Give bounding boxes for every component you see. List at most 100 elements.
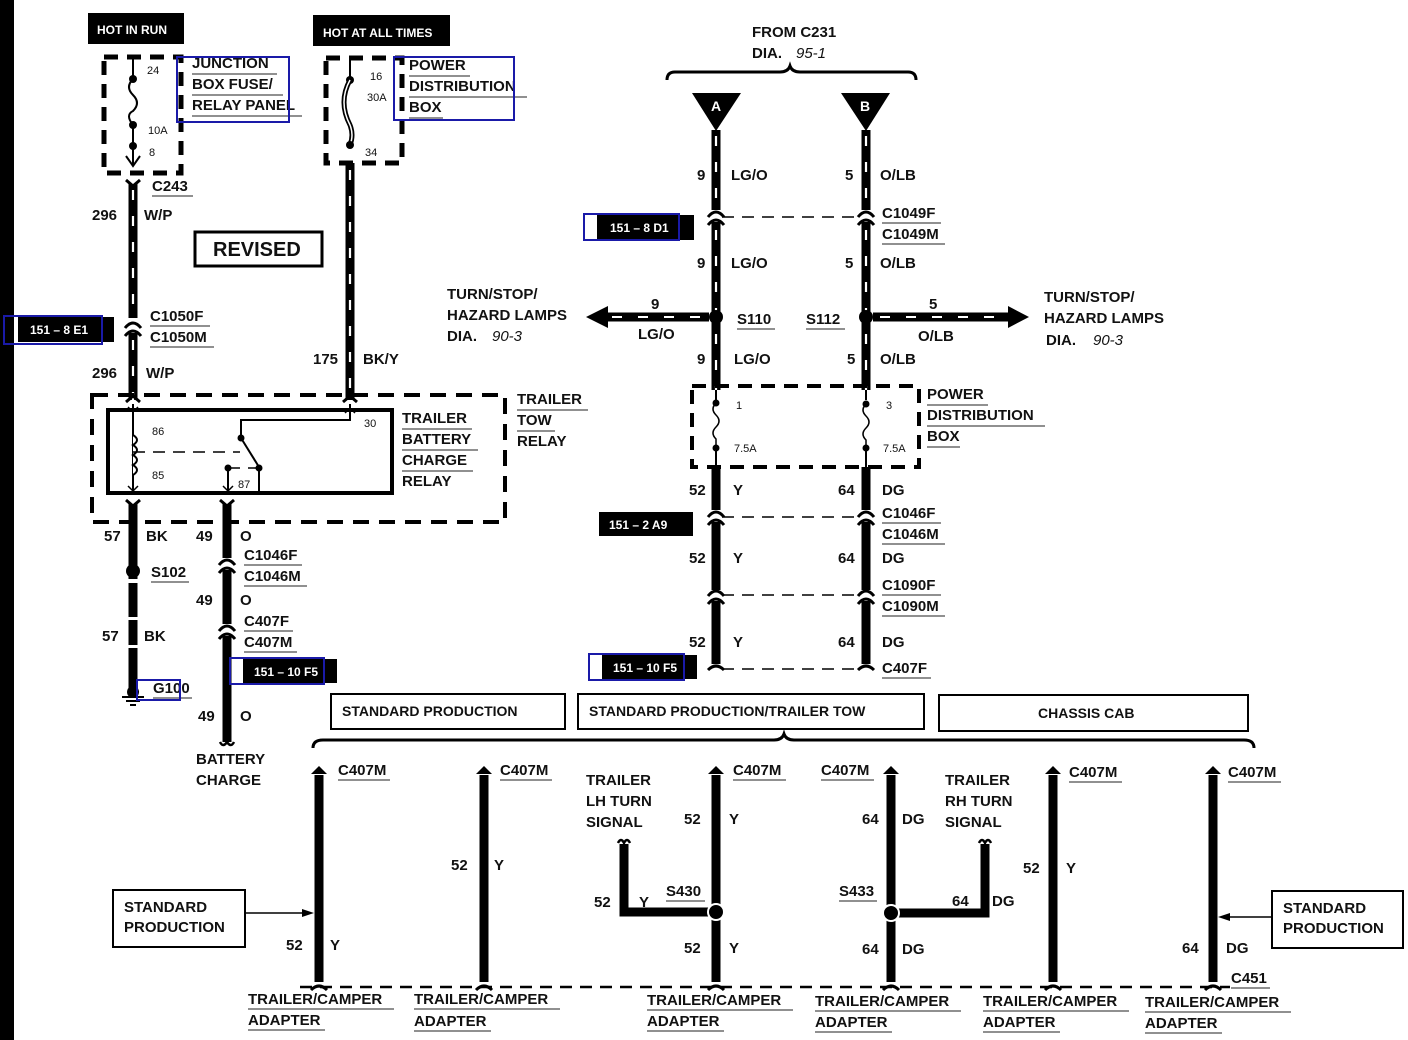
connector-b-label: B	[860, 98, 870, 114]
junction-box-fuse: 24 10A 8 JUNCTION BOX FUSE/ RELAY PANEL	[101, 54, 302, 176]
wire-number: 52	[684, 811, 701, 828]
connector-c407f: C407F	[882, 660, 927, 677]
pdb-top-label-1: POWER	[409, 57, 466, 74]
page-ref-a9-text: 151 – 2 A9	[609, 518, 668, 532]
connector-c243: C243	[152, 178, 188, 195]
pdb-mid-label-2: DISTRIBUTION	[927, 407, 1034, 424]
page-ref-e1[interactable]: 151 – 8 E1	[3, 315, 114, 345]
connector-c1049m: C1049M	[882, 226, 939, 243]
circuit-52-y-upper	[706, 467, 726, 672]
turn-stop-left-dia-number: 90-3	[492, 328, 523, 345]
wire-number: 64	[952, 893, 969, 910]
from-c231-text: FROM C231	[752, 24, 836, 41]
variant-chassis-cab: CHASSIS CAB	[938, 694, 1249, 732]
wiring-diagram: HOT IN RUN HOT AT ALL TIMES 24 10A 8 JUN…	[3, 13, 1404, 1034]
wire-color: Y	[733, 550, 743, 567]
page-ref-f5-right[interactable]: 151 – 10 F5	[588, 653, 697, 681]
turn-stop-left-label-1: TURN/STOP/	[447, 286, 538, 303]
pdb-top-label-3: BOX	[409, 99, 442, 116]
connector-c1050m: C1050M	[150, 329, 207, 346]
circuit-175-bky: 175 BK/Y	[313, 163, 399, 400]
page-ref-d1[interactable]: 151 – 8 D1	[583, 213, 694, 241]
rh-signal-label-3: SIGNAL	[945, 814, 1002, 831]
page-ref-a9[interactable]: 151 – 2 A9	[599, 512, 693, 536]
branch-right-turn-stop: 5 O/LB TURN/STOP/ HAZARD LAMPS DIA. 90-3	[873, 289, 1164, 349]
rh-signal-label-2: RH TURN	[945, 793, 1013, 810]
wire-number: 5	[929, 296, 937, 313]
wire-color: Y	[330, 937, 340, 954]
wire-number: 64	[1182, 940, 1199, 957]
rh-signal-label-1: TRAILER	[945, 772, 1010, 789]
hot-in-run-label: HOT IN RUN	[88, 13, 184, 44]
std-prod-right-label-1: STANDARD	[1283, 900, 1366, 917]
adapter-label-1: TRAILER/CAMPER	[815, 993, 949, 1010]
wire-color: O	[240, 708, 252, 725]
wire-color: DG	[882, 550, 905, 567]
splice-s430: S430	[666, 883, 701, 900]
connector-c1050f: C1050F	[150, 308, 203, 325]
wire-number: 64	[838, 482, 855, 499]
wire-color: W/P	[144, 207, 172, 224]
page-ref-f5-left[interactable]: 151 – 10 F5	[229, 657, 337, 685]
ground-g100: G100	[153, 680, 190, 697]
bottom-wire-1: C407M 52 Y	[286, 762, 390, 992]
connector-c1046m: C1046M	[244, 568, 301, 585]
wire-number: 49	[196, 528, 213, 545]
hot-at-all-times-label: HOT AT ALL TIMES	[313, 15, 450, 46]
wire-number: 296	[92, 207, 117, 224]
wire-color: Y	[729, 811, 739, 828]
pdb-mid-label-3: BOX	[927, 428, 960, 445]
wire-number: 52	[286, 937, 303, 954]
lh-signal-label-3: SIGNAL	[586, 814, 643, 831]
relay-outer-label-1: TRAILER	[517, 391, 582, 408]
wire-color: Y	[733, 634, 743, 651]
wire-color: DG	[902, 811, 925, 828]
relay-inner-label-2: BATTERY	[402, 431, 471, 448]
battery-charge-label-2: CHARGE	[196, 772, 261, 789]
fuse-rating-7-5a-a: 7.5A	[734, 443, 757, 455]
connector-c407m: C407M	[244, 634, 292, 651]
variant-standard-production-label: STANDARD PRODUCTION	[342, 703, 518, 719]
variant-standard-production: STANDARD PRODUCTION	[330, 693, 566, 730]
turn-stop-right-dia-number: 90-3	[1093, 332, 1124, 349]
page-ref-f5-left-text: 151 – 10 F5	[254, 665, 318, 679]
wire-color: LG/O	[638, 326, 675, 343]
revised-stamp: REVISED	[193, 230, 324, 268]
wire-color: O/LB	[918, 328, 954, 345]
adapter-label-1: TRAILER/CAMPER	[414, 991, 548, 1008]
bottom-wire-4-s433: C407M TRAILER RH TURN SIGNAL 64 DG S433 …	[821, 762, 1015, 992]
turn-stop-left-dia: DIA.	[447, 328, 477, 345]
pin-16: 16	[370, 71, 382, 83]
wire-number: 64	[862, 941, 879, 958]
dia-number: 95-1	[796, 45, 826, 62]
power-distribution-box-mid: 1 7.5A 3 7.5A POWER DISTRIBUTION BOX	[690, 384, 1045, 469]
wire-number: 52	[594, 894, 611, 911]
wire-number: 5	[845, 167, 853, 184]
wire-number: 9	[697, 255, 705, 272]
circuit-49-o: 49 O C1046F C1046M 49 O C407F C407M 49 O…	[196, 498, 307, 789]
trailer-tow-relay: 86 85 87 30 TRAILER BATTERY CHARGE RELAY…	[90, 391, 588, 524]
revised-text: REVISED	[213, 239, 301, 261]
wire-number: 5	[845, 255, 853, 272]
wire-color: W/P	[146, 365, 174, 382]
wire-color: Y	[1066, 860, 1076, 877]
battery-charge-label-1: BATTERY	[196, 751, 265, 768]
wire-color: Y	[729, 940, 739, 957]
wire-number: 9	[697, 351, 705, 368]
splice-s110: S110	[737, 311, 771, 328]
right-lower-labels: 52 Y 64 DG C1046F C1046M 52 Y 64 DG C109…	[689, 482, 945, 679]
connector-c451: C451	[1231, 970, 1267, 987]
bottom-wire-6: C407M 64 DG C451	[1182, 764, 1281, 992]
wire-color: O/LB	[880, 255, 916, 272]
relay-pin-86: 86	[152, 426, 164, 438]
wire-number: 175	[313, 351, 338, 368]
wire-color: Y	[494, 857, 504, 874]
adapter-label-1: TRAILER/CAMPER	[1145, 994, 1279, 1011]
wire-color: Y	[639, 894, 649, 911]
lh-signal-label-1: TRAILER	[586, 772, 651, 789]
turn-stop-right-label-1: TURN/STOP/	[1044, 289, 1135, 306]
wire-color: DG	[882, 634, 905, 651]
junction-box-label-2: BOX FUSE/	[192, 76, 274, 93]
connector-c407f: C407F	[244, 613, 289, 630]
wire-number: 52	[689, 634, 706, 651]
